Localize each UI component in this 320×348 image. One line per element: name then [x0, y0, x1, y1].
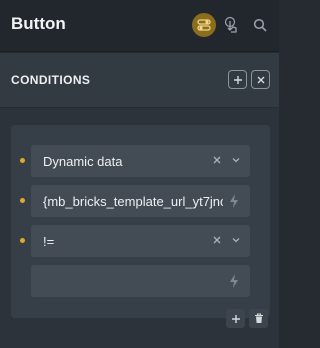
select-value: !=	[43, 234, 55, 249]
search-icon[interactable]	[248, 13, 272, 37]
conditions-section: CONDITIONS Dynamic data {mb_bricks_templ…	[0, 53, 279, 348]
required-dot	[20, 238, 25, 243]
dynamic-data-row: {mb_bricks_template_url_yt7jnc	[11, 185, 270, 217]
compare-operator-select[interactable]: !=	[31, 225, 250, 257]
plus-icon	[233, 75, 242, 84]
conditions-header[interactable]: CONDITIONS	[0, 53, 279, 108]
element-title: Button	[11, 14, 66, 33]
close-icon	[257, 76, 264, 83]
condition-key-row: Dynamic data	[11, 145, 270, 177]
bolt-icon[interactable]	[226, 272, 242, 290]
toggle-icon[interactable]	[192, 13, 216, 37]
clear-conditions-button[interactable]	[251, 70, 270, 89]
trash-icon	[254, 313, 263, 323]
conditions-title: CONDITIONS	[11, 73, 91, 87]
input-value: {mb_bricks_template_url_yt7jnc	[43, 194, 223, 209]
clear-icon[interactable]	[210, 233, 224, 247]
delete-condition-button[interactable]	[249, 309, 268, 328]
select-value: Dynamic data	[43, 154, 123, 169]
compare-value-row	[11, 265, 270, 297]
required-dot	[20, 158, 25, 163]
condition-key-select[interactable]: Dynamic data	[31, 145, 250, 177]
add-condition-set-button[interactable]	[228, 70, 247, 89]
add-condition-button[interactable]	[226, 309, 245, 328]
compare-operator-row: !=	[11, 225, 270, 257]
bolt-icon[interactable]	[226, 192, 242, 210]
chevron-down-icon[interactable]	[230, 154, 242, 166]
clear-icon[interactable]	[210, 153, 224, 167]
chevron-down-icon[interactable]	[230, 234, 242, 246]
plus-icon	[231, 314, 240, 323]
required-dot	[20, 198, 25, 203]
compare-value-input[interactable]	[31, 265, 250, 297]
condition-group: Dynamic data {mb_bricks_template_url_yt7…	[11, 125, 270, 318]
dynamic-data-input[interactable]: {mb_bricks_template_url_yt7jnc	[31, 185, 250, 217]
panel-header: Button	[0, 0, 279, 52]
pointer-icon[interactable]	[219, 13, 243, 37]
